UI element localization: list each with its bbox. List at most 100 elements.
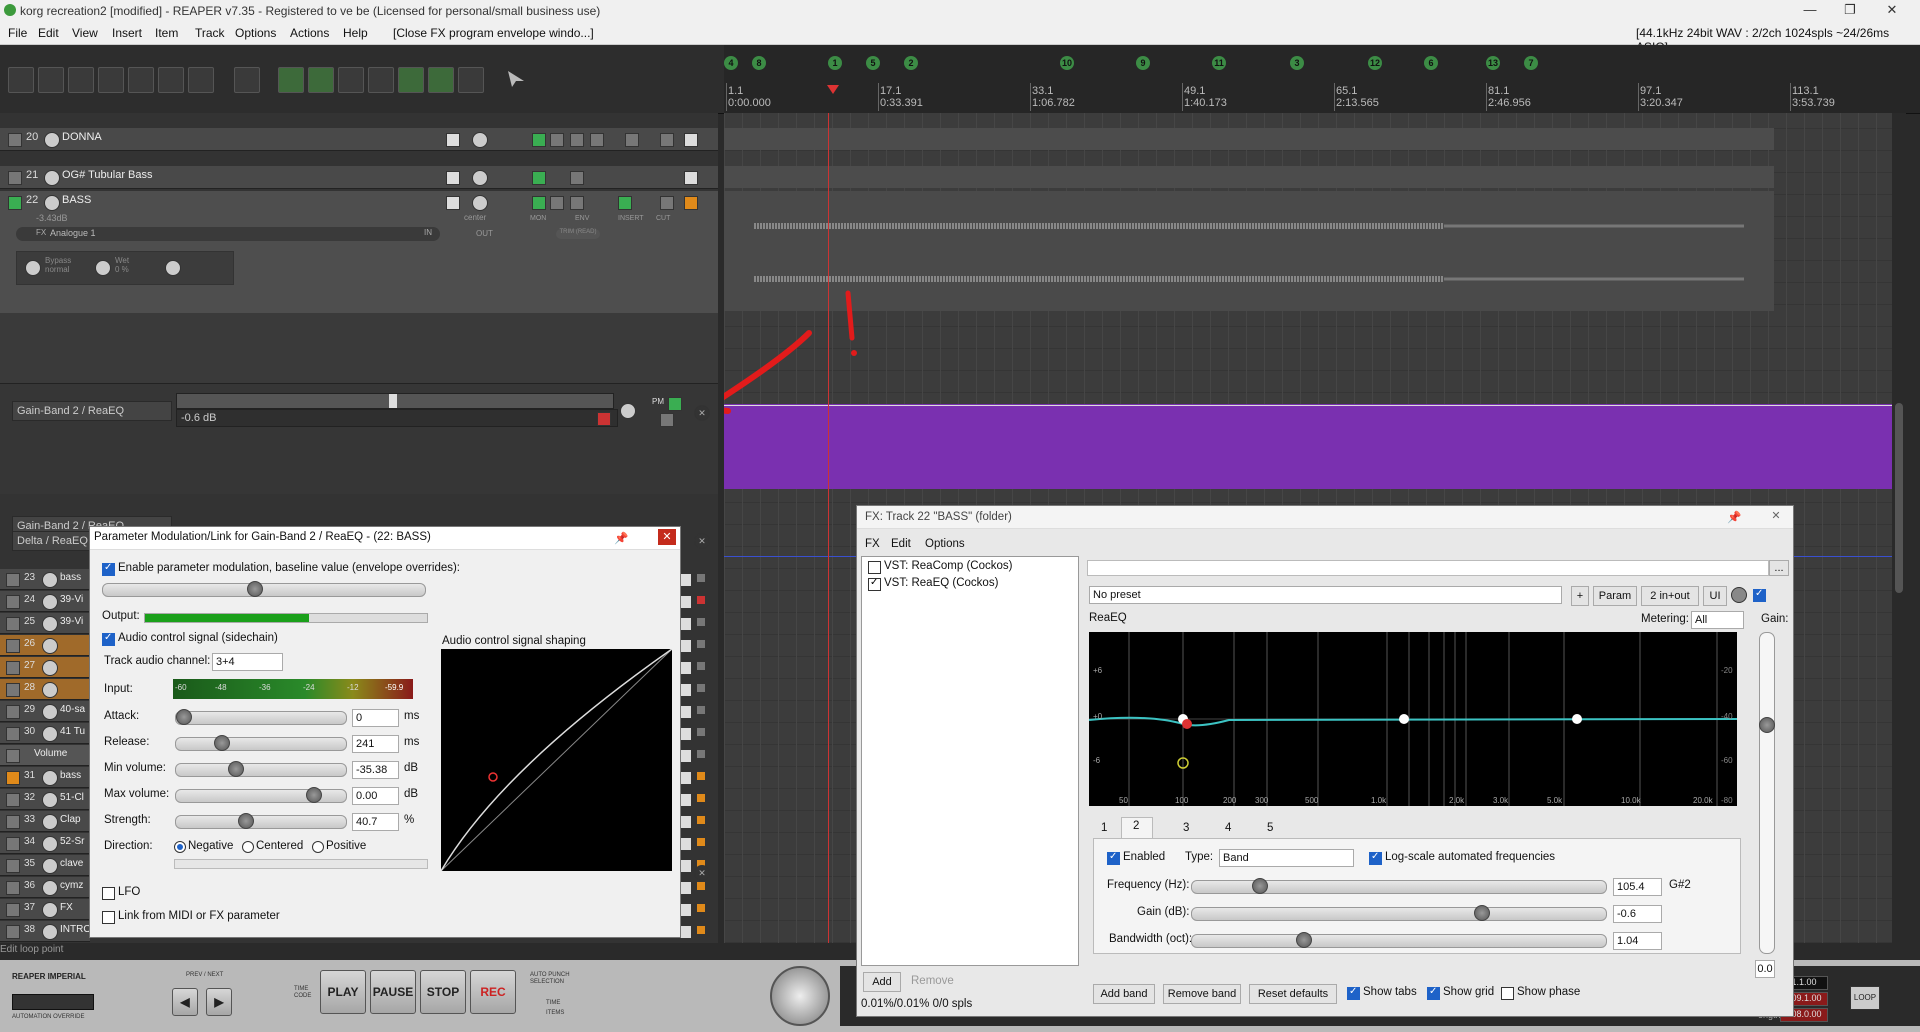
arm-button[interactable] (446, 196, 460, 210)
open-project-icon[interactable] (38, 67, 64, 93)
fx-window-close-button[interactable]: ✕ (1767, 508, 1785, 524)
band-tab-3[interactable]: 3 (1183, 822, 1189, 834)
envelope-close-icon[interactable]: ✕ (694, 533, 710, 549)
menu-file[interactable]: File (8, 26, 27, 40)
bandwidth-slider[interactable] (1191, 932, 1607, 948)
record-monitor-icon[interactable] (696, 881, 706, 891)
volume-knob[interactable] (42, 770, 58, 786)
marker-7[interactable]: 7 (1524, 56, 1538, 70)
envelope-close-icon[interactable]: ✕ (694, 405, 710, 421)
band-tab-1[interactable]: 1 (1101, 822, 1107, 834)
record-monitor-icon[interactable] (696, 617, 706, 627)
track-row[interactable]: 27 (0, 657, 90, 678)
fx-button[interactable] (570, 171, 584, 185)
marker-4[interactable]: 4 (724, 56, 738, 70)
folder-icon[interactable] (6, 661, 20, 675)
marker-1[interactable]: 1 (828, 56, 842, 70)
folder-icon[interactable] (6, 859, 20, 873)
minimize-button[interactable]: — (1790, 2, 1830, 20)
playhead-marker[interactable] (827, 85, 839, 94)
loop-button[interactable]: LOOP (1850, 986, 1880, 1010)
type-select[interactable]: Band (1219, 849, 1354, 867)
snap-icon[interactable] (278, 67, 304, 93)
wet-knob[interactable] (95, 260, 111, 276)
record-monitor-icon[interactable] (696, 683, 706, 693)
volume-knob[interactable] (42, 638, 58, 654)
insert-button[interactable] (625, 133, 639, 147)
prev-button[interactable]: ◀ (172, 988, 198, 1016)
record-monitor-icon[interactable] (696, 705, 706, 715)
menu-actions[interactable]: Actions (290, 26, 329, 40)
track-row[interactable]: 30 41 Tu (0, 723, 90, 744)
band-tab-4[interactable]: 4 (1225, 822, 1231, 834)
track-row[interactable]: 24 39-Vi (0, 591, 90, 612)
track-name[interactable]: BASS (62, 194, 91, 206)
envelope-fader[interactable] (176, 393, 614, 409)
fx-reacomp-item[interactable]: VST: ReaComp (Cockos) (884, 560, 1012, 572)
envelope-close-icon[interactable]: ✕ (694, 865, 710, 881)
track-21[interactable]: 21 OG# Tubular Bass (0, 166, 718, 189)
folder-icon[interactable] (6, 771, 20, 785)
volume-knob[interactable] (42, 858, 58, 874)
menu-help[interactable]: Help (343, 26, 368, 40)
lock-icon[interactable] (458, 67, 484, 93)
scrollbar-thumb[interactable] (1895, 403, 1903, 593)
insert-button[interactable] (618, 196, 632, 210)
record-monitor-icon[interactable] (696, 573, 706, 583)
release-input[interactable]: 241 (352, 735, 399, 753)
folder-icon[interactable] (6, 639, 20, 653)
pan-knob[interactable] (472, 170, 488, 186)
log-scale-checkbox[interactable] (1369, 851, 1382, 865)
menu-insert[interactable]: Insert (112, 26, 142, 40)
track-name[interactable]: INTRO (60, 924, 91, 935)
volume-knob[interactable] (44, 170, 60, 186)
restore-button[interactable]: ❐ (1830, 2, 1870, 20)
solo-button[interactable] (684, 133, 698, 147)
fx-button[interactable] (570, 196, 584, 210)
save-icon[interactable] (68, 67, 94, 93)
output-gain-value[interactable]: 0.0 (1755, 960, 1775, 978)
bypass-checkbox[interactable] (1753, 588, 1766, 602)
mon-button[interactable] (532, 171, 546, 185)
fx-reaeq-item[interactable]: VST: ReaEQ (Cockos) (884, 577, 998, 589)
folder-icon[interactable] (6, 837, 20, 851)
volume-knob[interactable] (42, 924, 58, 940)
undo-icon[interactable] (128, 67, 154, 93)
folder-icon[interactable] (6, 617, 20, 631)
track-name[interactable]: bass (60, 572, 81, 583)
arm-button[interactable] (446, 133, 460, 147)
envelope-value[interactable]: -0.6 dB (176, 409, 618, 427)
menu-track[interactable]: Track (195, 26, 225, 40)
release-slider[interactable] (175, 735, 347, 751)
automation-override-switch[interactable] (12, 994, 94, 1010)
reset-defaults-button[interactable]: Reset defaults (1249, 984, 1337, 1004)
mon-button[interactable] (532, 133, 546, 147)
fx-chain-strip[interactable]: FX Analogue 1 IN (16, 227, 440, 241)
record-monitor-icon[interactable] (696, 903, 706, 913)
env-button[interactable] (550, 133, 564, 147)
fx-menu-fx[interactable]: FX (865, 538, 880, 550)
menu-view[interactable]: View (72, 26, 98, 40)
fx-reacomp-checkbox[interactable] (868, 561, 881, 574)
envelope-mode-icon[interactable] (660, 413, 674, 427)
menu-options[interactable]: Options (235, 26, 276, 40)
track-row[interactable]: 36 cymz (0, 877, 90, 898)
volume-knob[interactable] (42, 682, 58, 698)
volume-knob[interactable] (42, 814, 58, 830)
cut-button[interactable] (660, 133, 674, 147)
direction-negative-radio[interactable] (174, 841, 186, 853)
link-checkbox[interactable] (102, 911, 115, 924)
marker-10[interactable]: 10 (1060, 56, 1074, 70)
pan-knob[interactable] (472, 132, 488, 148)
baseline-slider[interactable] (102, 581, 426, 597)
folder-icon[interactable] (6, 815, 20, 829)
envelope-name-delta[interactable]: Delta / ReaEQ (12, 531, 90, 551)
strength-slider[interactable] (175, 813, 347, 829)
new-project-icon[interactable] (8, 67, 34, 93)
record-monitor-icon[interactable] (696, 793, 706, 803)
volume-knob[interactable] (42, 902, 58, 918)
param-button[interactable]: Param (1593, 586, 1637, 606)
volume-knob[interactable] (44, 132, 60, 148)
track-name[interactable]: 39-Vi (60, 616, 83, 627)
cursor-icon[interactable] (504, 67, 528, 91)
